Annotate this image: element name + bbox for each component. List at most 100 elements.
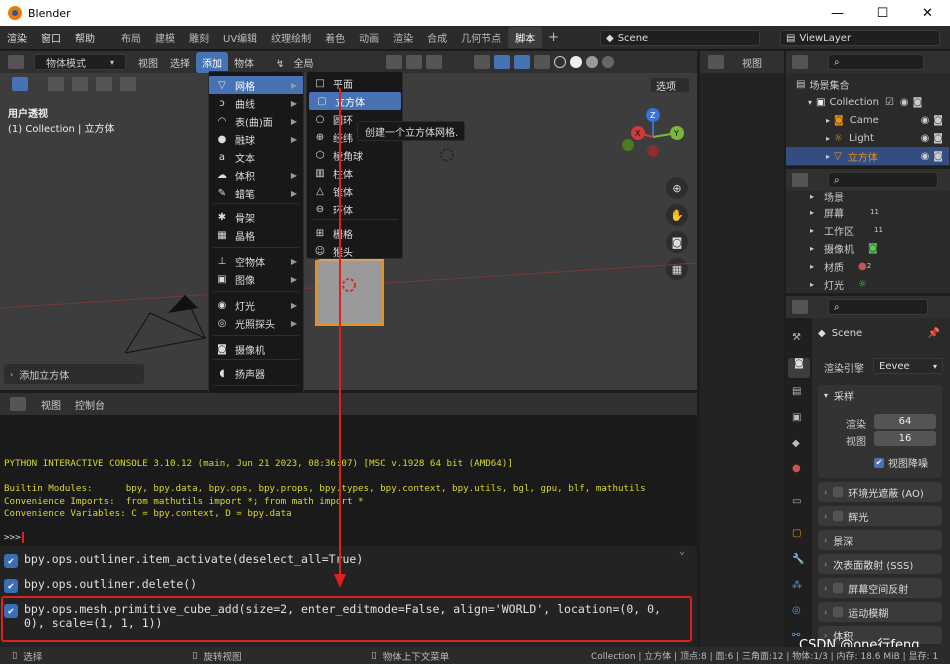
chevron-down-icon[interactable]: ⌄: [679, 546, 685, 557]
output-tab-icon[interactable]: ▤: [792, 386, 801, 397]
xray-icon[interactable]: [533, 55, 550, 69]
pivot-icon[interactable]: [385, 55, 402, 69]
scene-tab-icon[interactable]: ◆: [792, 438, 800, 449]
add-menu-item[interactable]: ◖ 扬声器: [209, 364, 303, 382]
console-editor-icon[interactable]: [10, 397, 26, 411]
blend-search[interactable]: ⌕: [828, 172, 938, 188]
workspace-tab[interactable]: 纹理绘制: [264, 27, 318, 48]
viewport-samples-field[interactable]: 16: [874, 431, 936, 446]
workspace-tab[interactable]: 着色: [318, 27, 352, 48]
add-menu-item[interactable]: ◠ 表(曲)面 ▶: [209, 112, 303, 130]
menu-add[interactable]: 添加: [196, 51, 228, 73]
checkbox-icon[interactable]: [833, 511, 844, 521]
properties-editor-icon[interactable]: [792, 300, 808, 314]
menu-view[interactable]: 视图: [132, 55, 164, 70]
mesh-menu-item[interactable]: ⊞ 栅格: [307, 224, 402, 242]
dof-panel[interactable]: › 景深: [818, 530, 942, 550]
workspace-tab[interactable]: 脚本: [508, 27, 543, 48]
eye-icon[interactable]: ◉: [921, 133, 930, 144]
blend-editor-icon[interactable]: [792, 173, 808, 187]
sampling-header[interactable]: ▾ 采样: [818, 385, 942, 405]
eye-icon[interactable]: ◉: [900, 97, 909, 108]
close-button[interactable]: ✕: [905, 0, 950, 26]
particles-tab-icon[interactable]: ⁂: [792, 580, 802, 591]
checkbox-icon[interactable]: ☑: [885, 97, 894, 108]
add-menu-item[interactable]: ◎ 光照探头 ▶: [209, 314, 303, 332]
add-menu-item[interactable]: ↄ 曲线 ▶: [209, 94, 303, 112]
datablock-row[interactable]: ▸ 灯光 ☼: [786, 275, 949, 293]
snap-icon[interactable]: [405, 55, 422, 69]
outliner-editor-icon[interactable]: [792, 55, 808, 69]
outliner-scene-collection[interactable]: ▤ 场景集合: [786, 75, 949, 93]
checkbox-icon[interactable]: [833, 583, 844, 593]
shading-solid-icon[interactable]: [569, 56, 582, 68]
console-menu-view[interactable]: 视图: [34, 397, 68, 412]
add-menu-item[interactable]: ◉ 灯光 ▶: [209, 296, 303, 314]
gizmo-icon[interactable]: [493, 55, 510, 69]
modifier-tab-icon[interactable]: 🔧: [792, 554, 804, 565]
motion-blur-panel[interactable]: › 运动模糊: [818, 602, 942, 622]
shading-rendered-icon[interactable]: [601, 56, 614, 68]
datablock-row[interactable]: ▸ 材质 ● 2: [786, 257, 949, 275]
datablock-row[interactable]: ▸ 工作区 11: [786, 221, 949, 239]
datablock-row[interactable]: ▸ 场景: [786, 189, 949, 204]
mesh-menu-item[interactable]: ⊖ 环体: [307, 200, 402, 218]
add-menu-item[interactable]: ⊥ 空物体 ▶: [209, 252, 303, 270]
camera-icon[interactable]: ◙: [933, 133, 943, 144]
camera-icon[interactable]: ◙: [933, 151, 943, 162]
ao-panel[interactable]: › 环境光遮蔽 (AO): [818, 482, 942, 502]
sss-panel[interactable]: › 次表面散射 (SSS): [818, 554, 942, 574]
mesh-menu-item[interactable]: □ 平面: [307, 74, 402, 92]
editor-type-icon[interactable]: [8, 55, 24, 69]
console-menu-console[interactable]: 控制台: [68, 397, 112, 412]
overlay-icon[interactable]: [513, 55, 530, 69]
mesh-menu-item[interactable]: ☺ 猴头: [307, 242, 402, 260]
proportional-icon[interactable]: [425, 55, 442, 69]
report-item[interactable]: ✔ bpy.ops.outliner.delete(): [4, 577, 197, 593]
bloom-panel[interactable]: › 辉光: [818, 506, 942, 526]
add-menu-item[interactable]: ☁ 体积 ▶: [209, 166, 303, 184]
eye-icon[interactable]: ◉: [921, 115, 930, 126]
datablock-row[interactable]: ▸ 屏幕 11: [786, 203, 949, 221]
collection-tab-icon[interactable]: ▭: [792, 496, 801, 507]
tool-tab-icon[interactable]: ⚒: [792, 332, 801, 343]
workspace-tab[interactable]: 建模: [148, 27, 182, 48]
denoise-checkbox[interactable]: ✔ 视图降噪: [874, 455, 928, 470]
workspace-tab[interactable]: 渲染: [386, 27, 420, 48]
workspace-tab[interactable]: UV编辑: [216, 27, 264, 48]
shading-wireframe-icon[interactable]: [553, 56, 566, 68]
add-menu-item[interactable]: ✎ 蜡笔 ▶: [209, 184, 303, 202]
render-engine-dropdown[interactable]: Eevee ▾: [873, 358, 943, 374]
transform-orientation[interactable]: ↯ 全局: [270, 55, 326, 70]
outliner-search[interactable]: ⌕: [828, 54, 924, 70]
view-layer-tab-icon[interactable]: ▣: [792, 412, 801, 423]
camera-icon[interactable]: ◙: [933, 115, 943, 126]
top-menu-item[interactable]: 渲染: [0, 34, 34, 45]
last-operator-panel[interactable]: › 添加立方体: [4, 364, 144, 384]
properties-search[interactable]: ⌕: [828, 299, 928, 315]
object-tab-icon[interactable]: ▢: [792, 528, 801, 539]
top-menu-item[interactable]: 帮助: [68, 34, 102, 45]
outliner-row-selected[interactable]: ▸ ▽ 立方体 ◉ ◙: [786, 147, 949, 165]
add-menu-item[interactable]: ▦ 晶格: [209, 226, 303, 244]
render-samples-field[interactable]: 64: [874, 414, 936, 429]
outliner-row[interactable]: ▾ ▣ Collection ☑ ◉ ◙: [786, 93, 949, 111]
workspace-tab[interactable]: 布局: [114, 27, 148, 48]
add-menu-item[interactable]: ● 融球 ▶: [209, 130, 303, 148]
checkbox-icon[interactable]: [833, 487, 844, 497]
workspace-tab[interactable]: 雕刻: [182, 27, 216, 48]
menu-object[interactable]: 物体: [228, 55, 260, 70]
maximize-button[interactable]: ☐: [860, 0, 905, 26]
menu-select[interactable]: 选择: [164, 55, 196, 70]
minimize-button[interactable]: —: [815, 0, 860, 26]
viewlayer-selector[interactable]: ▤ ViewLayer: [780, 30, 940, 46]
render-tab-icon[interactable]: ◙: [788, 358, 810, 378]
add-menu-item[interactable]: ▽ 网格 ▶: [209, 76, 303, 94]
top-menu-item[interactable]: 窗口: [34, 34, 68, 45]
shading-material-icon[interactable]: [585, 56, 598, 68]
mesh-menu-item[interactable]: ▥ 柱体: [307, 164, 402, 182]
outliner-row[interactable]: ▸ ☼ Light ◉ ◙: [786, 129, 949, 147]
add-menu-item[interactable]: a 文本: [209, 148, 303, 166]
mesh-menu-item[interactable]: △ 锥体: [307, 182, 402, 200]
eye-icon[interactable]: ◉: [921, 151, 930, 162]
